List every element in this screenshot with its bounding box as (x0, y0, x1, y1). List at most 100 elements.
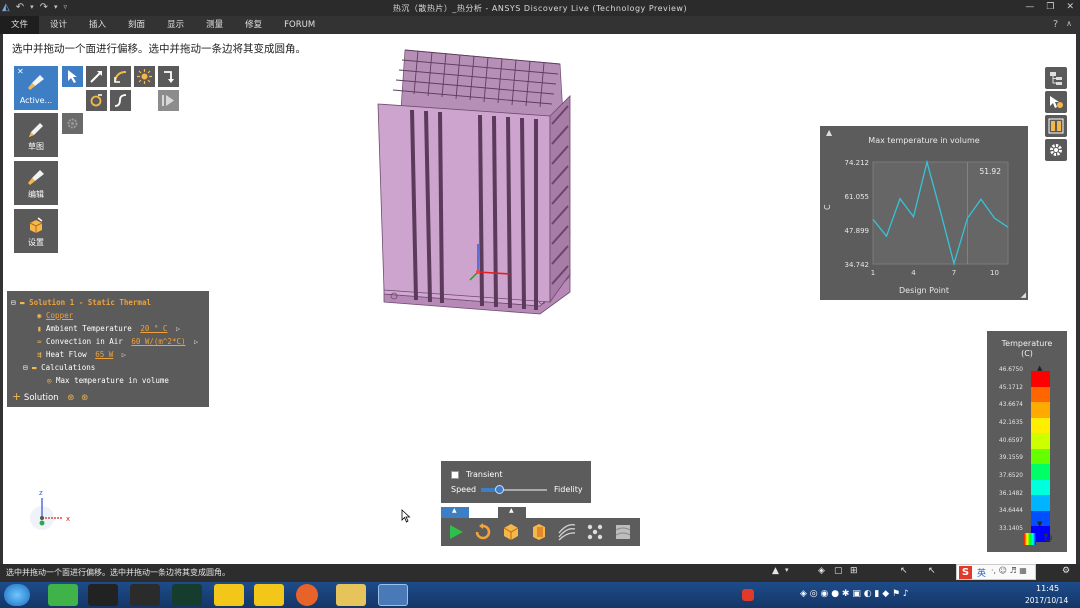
ambient-expand-icon[interactable]: ▷ (176, 325, 180, 333)
tray-date[interactable]: 2017/10/14 (1025, 596, 1068, 605)
tree-row-calculations[interactable]: ⊟ ▬ Calculations (23, 362, 95, 374)
surface-plot-icon[interactable] (613, 522, 633, 542)
collapse-ribbon-icon[interactable]: ∧ (1066, 19, 1072, 30)
display-button[interactable] (1045, 115, 1067, 137)
particles-icon[interactable] (585, 522, 605, 542)
panel-tab-display[interactable]: ▲ (498, 507, 526, 518)
tree-row-solution[interactable]: ⊟ ▬ Solution 1 - Static Thermal (11, 297, 151, 309)
menu-forum[interactable]: FORUM (273, 16, 326, 34)
taskbar-explorer-icon[interactable] (336, 584, 366, 606)
reset-legend-icon[interactable]: ↻ (1043, 531, 1053, 545)
restore-icon[interactable]: ❐ (1046, 1, 1054, 14)
tree-row-material[interactable]: ◉ Copper (37, 310, 73, 322)
ambient-value[interactable]: 20 ° C (140, 324, 167, 333)
status-pointer-icon[interactable]: ↖ (900, 566, 908, 576)
heatflow-expand-icon[interactable]: ▷ (122, 351, 126, 359)
play-disabled-button[interactable] (158, 90, 179, 111)
structure-tree-button[interactable] (1045, 67, 1067, 89)
menu-file[interactable]: 文件 (0, 16, 40, 34)
chart-plot[interactable]: 74.212 61.055 47.899 34.7421 4 7 10 51.92 (820, 126, 1028, 300)
legend-swatch (1031, 433, 1050, 449)
collapse-solution-icon[interactable]: ⊟ (11, 298, 16, 307)
status-dropdown-icon[interactable]: ▾ (785, 566, 789, 574)
taskbar-ansys-b-icon[interactable] (254, 584, 284, 606)
menu-repair[interactable]: 修复 (234, 16, 273, 34)
edit-tool-button[interactable]: 编辑 (14, 161, 58, 205)
view-triad[interactable]: z x (28, 486, 78, 530)
flow-lines-icon[interactable] (557, 523, 577, 541)
fillet-tool-button[interactable] (110, 66, 131, 87)
options-button[interactable] (1045, 139, 1067, 161)
menu-display[interactable]: 显示 (156, 16, 195, 34)
solution-options-icon[interactable]: ⊛ (67, 393, 74, 403)
tree-row-heatflow[interactable]: ⇶ Heat Flow 65 W ▷ (37, 349, 126, 361)
transient-label: Transient (466, 470, 503, 479)
tray-time[interactable]: 11:45 (1036, 584, 1059, 593)
legend-unit: (C) (1021, 349, 1033, 358)
section-view-icon[interactable] (529, 522, 549, 542)
pull-tool-button[interactable] (86, 66, 107, 87)
help-icon[interactable]: ? (1053, 19, 1058, 30)
add-solution-label: Solution (23, 393, 59, 403)
minimize-icon[interactable]: — (1025, 1, 1034, 14)
taskbar-app-icon[interactable] (130, 584, 160, 606)
select-tool-button[interactable] (62, 66, 83, 87)
menu-design[interactable]: 设计 (39, 16, 78, 34)
light-tool-button[interactable] (134, 66, 155, 87)
geometry-box-icon[interactable] (501, 522, 521, 542)
convection-value[interactable]: 60 W/(m^2*C) (131, 337, 185, 346)
play-simulation-icon[interactable] (447, 523, 465, 541)
status-up-icon[interactable]: ▲ (772, 566, 779, 576)
move-tool-button[interactable] (158, 66, 179, 87)
status-shield-icon[interactable]: ◈ (818, 566, 825, 576)
heatflow-value[interactable]: 65 W (95, 350, 113, 359)
taskbar-ansys-a-icon[interactable] (214, 584, 244, 606)
active-tool-button[interactable]: ✕ Active... (14, 66, 58, 110)
status-arrow-icon[interactable]: ↖ (928, 566, 936, 576)
panel-tab-simulation[interactable]: ▲ (441, 507, 469, 518)
start-button[interactable] (4, 584, 30, 606)
ime-tools-icon[interactable]: ·, ☺ ♬ ▦ (991, 566, 1027, 575)
color-palette-icon[interactable] (1024, 533, 1036, 545)
loop-tool-button[interactable] (86, 90, 107, 111)
close-icon[interactable]: ✕ (1066, 1, 1074, 14)
convection-expand-icon[interactable]: ▷ (194, 338, 198, 346)
curve-tool-button[interactable] (110, 90, 131, 111)
menu-facet[interactable]: 刻面 (117, 16, 156, 34)
chart-resize-icon[interactable]: ◢ (1021, 291, 1026, 299)
select-filter-button[interactable] (1045, 91, 1067, 113)
taskbar-firefox-icon[interactable] (296, 584, 318, 606)
close-tool-icon[interactable]: ✕ (17, 67, 24, 76)
menu-bar: 文件 设计 插入 刻面 显示 测量 修复 FORUM ? ∧ (0, 16, 1080, 34)
transient-checkbox[interactable] (451, 471, 459, 479)
status-settings-icon[interactable]: ⚙ (1062, 566, 1070, 576)
heatsink-model[interactable] (370, 44, 580, 316)
material-icon: ◉ (37, 311, 42, 320)
status-box-icon[interactable]: ▢ (834, 566, 843, 576)
gear-icon (67, 118, 78, 129)
restart-icon[interactable] (474, 523, 492, 541)
fidelity-slider-thumb[interactable] (495, 485, 504, 494)
taskbar-terminal-icon[interactable] (172, 584, 202, 606)
ime-mode-label[interactable]: 英 (977, 566, 986, 579)
tree-row-convection[interactable]: ≈ Convection in Air 60 W/(m^2*C) ▷ (37, 336, 198, 348)
solution-settings-icon[interactable]: ⊛ (81, 393, 88, 403)
menu-measure[interactable]: 测量 (195, 16, 234, 34)
taskbar-sogou-icon[interactable] (742, 589, 754, 601)
settings-small-button[interactable] (62, 113, 83, 134)
setup-tool-button[interactable]: 设置 (14, 209, 58, 253)
menu-insert[interactable]: 插入 (78, 16, 117, 34)
legend-swatch (1031, 371, 1050, 387)
ime-toolbar[interactable]: S 英 ·, ☺ ♬ ▦ (956, 564, 1036, 580)
add-solution-button[interactable]: + Solution ⊛ ⊛ (12, 391, 88, 404)
tree-row-ambient[interactable]: ▮ Ambient Temperature 20 ° C ▷ (37, 323, 180, 335)
collapse-calculations-icon[interactable]: ⊟ (23, 363, 28, 372)
sketch-tool-button[interactable]: 草图 (14, 113, 58, 157)
tray-icons[interactable]: ◈ ◎ ◉ ● ✱ ▣ ◐ ▮ ◆ ⚑ ♪ (800, 589, 909, 599)
tree-row-calc-item[interactable]: ◎ Max temperature in volume (47, 375, 169, 387)
material-value[interactable]: Copper (46, 311, 73, 320)
status-grid-icon[interactable]: ⊞ (850, 566, 858, 576)
taskbar-discovery-icon[interactable] (378, 584, 408, 606)
taskbar-wechat-icon[interactable] (48, 584, 78, 606)
taskbar-qq-icon[interactable] (88, 584, 118, 606)
